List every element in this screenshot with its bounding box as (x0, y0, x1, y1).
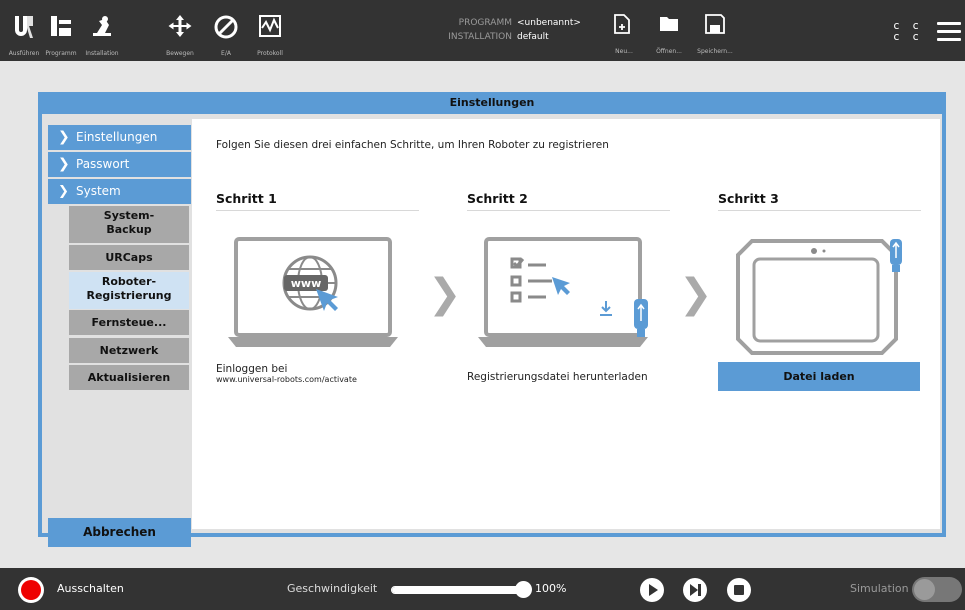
program-info-labels: PROGRAMM INSTALLATION (400, 16, 512, 44)
step-3-title: Schritt 3 (718, 191, 921, 211)
dialog-title: Einstellungen (449, 96, 535, 109)
toggle-knob (914, 579, 935, 600)
cc-line-2: c c (893, 30, 922, 43)
laptop-download-illustration (478, 237, 648, 347)
intro-text: Folgen Sie diesen drei einfachen Schritt… (216, 139, 609, 151)
sidebar-item-label: Einstellungen (76, 130, 158, 144)
installation-value: default (517, 32, 549, 42)
cc-indicator: c c c c (893, 20, 922, 42)
io-icon (214, 15, 238, 39)
nav-installation-label: Installation (85, 50, 119, 57)
sidebar-subitem-fernsteuerung[interactable]: Fernsteue... (69, 310, 189, 335)
play-button[interactable] (640, 578, 664, 602)
speed-slider-knob[interactable] (515, 581, 532, 598)
installation-icon (93, 16, 111, 36)
chevron-right-icon: ❯ (58, 156, 70, 172)
sidebar-item-einstellungen[interactable]: ❯ Einstellungen (48, 125, 191, 150)
new-file-icon (614, 14, 630, 34)
step-button[interactable] (683, 578, 707, 602)
teach-pendant-illustration (736, 239, 902, 355)
sidebar-subitem-netzwerk[interactable]: Netzwerk (69, 338, 189, 363)
move-icon (168, 15, 192, 37)
nav-program-button[interactable]: Programm (40, 0, 82, 61)
speed-slider[interactable] (391, 586, 524, 594)
open-file-button[interactable]: Öffnen... (656, 14, 682, 55)
speed-value: 100% (535, 582, 567, 595)
program-label: PROGRAMM (458, 18, 512, 28)
chevron-right-icon: ❯ (428, 271, 462, 317)
cancel-button[interactable]: Abbrechen (48, 518, 191, 547)
program-value: <unbenannt> (517, 18, 581, 28)
new-file-label: Neu... (615, 48, 633, 55)
nav-run-button[interactable]: Ausführen (6, 0, 42, 61)
step-2-title: Schritt 2 (467, 191, 670, 211)
nav-log-label: Protokoll (257, 50, 283, 57)
load-file-button[interactable]: Datei laden (718, 362, 920, 391)
nav-program-label: Programm (45, 50, 77, 57)
installation-label: INSTALLATION (448, 32, 512, 42)
chevron-right-icon: ❯ (679, 271, 713, 317)
nav-io-label: E/A (221, 50, 231, 57)
sidebar-item-system[interactable]: ❯ System (48, 179, 191, 204)
www-label: www (291, 277, 322, 290)
save-icon (705, 14, 725, 34)
step-forward-icon (690, 584, 701, 596)
laptop-globe-illustration: www (228, 237, 398, 347)
sidebar-item-label: System (76, 184, 121, 198)
simulation-label: Simulation (850, 582, 909, 595)
speed-label: Geschwindigkeit (287, 582, 378, 595)
step-1-caption: Einloggen bei www.universal-robots.com/a… (216, 363, 357, 384)
sidebar-subitem-roboter-registrierung[interactable]: Roboter- Registrierung (69, 272, 189, 309)
save-file-button[interactable]: Speichern... (697, 14, 733, 55)
log-icon (259, 15, 281, 37)
nav-run-label: Ausführen (8, 50, 40, 57)
bottom-bar: Ausschalten Geschwindigkeit 100% Simulat… (0, 568, 965, 610)
registration-content: Folgen Sie diesen drei einfachen Schritt… (192, 119, 940, 529)
nav-installation-button[interactable]: Installation (81, 0, 123, 61)
program-icon (51, 16, 71, 36)
power-button-icon[interactable] (18, 577, 44, 603)
program-info-values: <unbenannt> default (517, 16, 581, 44)
stop-button[interactable] (727, 578, 751, 602)
activation-url: www.universal-robots.com/activate (216, 375, 357, 384)
login-text: Einloggen bei (216, 363, 288, 375)
sidebar-subitem-aktualisieren[interactable]: Aktualisieren (69, 365, 189, 390)
nav-move-label: Bewegen (166, 50, 194, 57)
chevron-down-icon: ❯ (58, 184, 69, 199)
new-file-button[interactable]: Neu... (614, 14, 633, 55)
nav-log-button[interactable]: Protokoll (250, 0, 290, 61)
open-file-label: Öffnen... (656, 48, 682, 55)
sidebar-item-label: Passwort (76, 157, 130, 171)
stop-icon (734, 585, 744, 595)
ur-logo-icon (15, 16, 33, 38)
power-off-label[interactable]: Ausschalten (57, 582, 124, 595)
hamburger-menu-icon[interactable] (937, 22, 961, 46)
nav-move-button[interactable]: Bewegen (160, 0, 200, 61)
sidebar-item-passwort[interactable]: ❯ Passwort (48, 152, 191, 177)
simulation-toggle[interactable] (912, 577, 962, 602)
step-1-title: Schritt 1 (216, 191, 419, 211)
chevron-right-icon: ❯ (58, 129, 70, 145)
nav-io-button[interactable]: E/A (206, 0, 246, 61)
play-icon (649, 584, 658, 596)
save-file-label: Speichern... (697, 48, 733, 55)
sidebar-subitem-system-backup[interactable]: System- Backup (69, 206, 189, 243)
folder-icon (660, 17, 678, 31)
sidebar-subitem-urcaps[interactable]: URCaps (69, 245, 189, 270)
step-2-caption: Registrierungsdatei herunterladen (467, 371, 648, 383)
speed-slider-fill (392, 587, 523, 593)
top-bar: Ausführen Programm Installation Bewegen … (0, 0, 965, 61)
